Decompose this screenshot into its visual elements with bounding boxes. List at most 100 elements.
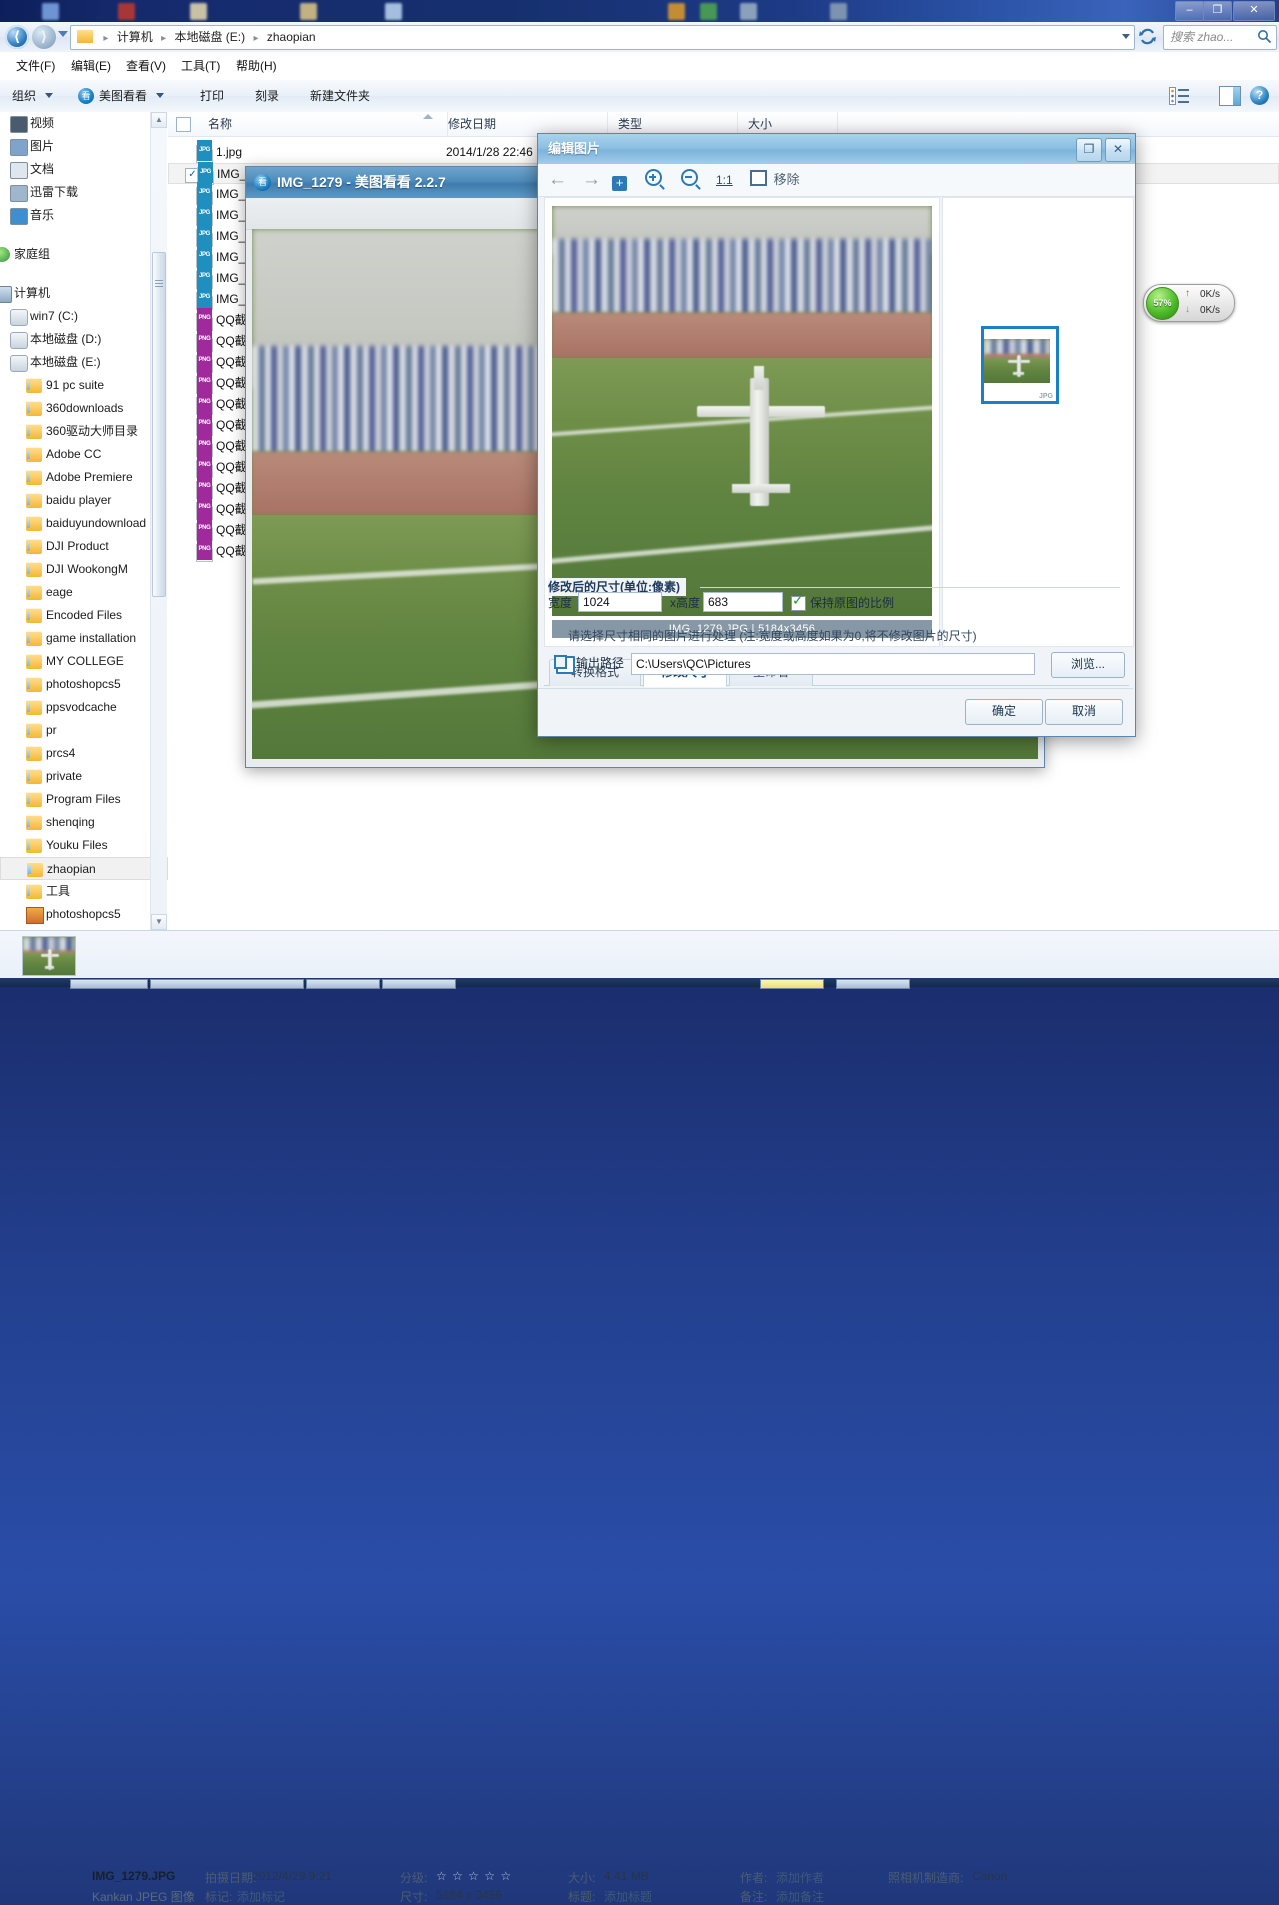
nav-item--e-[interactable]: 本地磁盘 (E:) (0, 351, 168, 374)
minimize-button[interactable]: – (1175, 1, 1204, 21)
browse-button[interactable]: 浏览... (1051, 652, 1125, 678)
remove-button[interactable]: 移除 (750, 164, 800, 196)
nav-item-adobe-cc[interactable]: Adobe CC (0, 443, 168, 466)
nav-item--[interactable]: 迅雷下载 (0, 181, 168, 204)
breadcrumb-item-1[interactable]: 本地磁盘 (E:) (174, 30, 245, 44)
search-input[interactable]: 搜索 zhao... (1163, 25, 1277, 50)
output-path-input[interactable] (631, 653, 1035, 675)
nav-item--[interactable]: 视频 (0, 112, 168, 135)
burn-button[interactable]: 刻录 (255, 80, 279, 112)
dialog-titlebar[interactable]: 编辑图片 ❐ ✕ (538, 134, 1135, 165)
new-folder-button[interactable]: 新建文件夹 (310, 80, 370, 112)
nav-item-360-[interactable]: 360驱动大师目录 (0, 420, 168, 443)
nav-item-game-installation[interactable]: game installation (0, 627, 168, 650)
dialog-restore-button[interactable]: ❐ (1076, 138, 1102, 162)
breadcrumb-item-0[interactable]: 计算机 (117, 30, 153, 44)
print-button[interactable]: 打印 (200, 80, 224, 112)
menu-file[interactable]: 文件(F) (8, 52, 63, 80)
menu-tools[interactable]: 工具(T) (173, 52, 228, 80)
nav-item--[interactable]: 图片 (0, 135, 168, 158)
forward-button[interactable]: ⟩ (32, 25, 56, 49)
taskbar-button[interactable] (150, 979, 304, 989)
width-input[interactable] (578, 592, 662, 612)
menu-help[interactable]: 帮助(H) (228, 52, 285, 80)
scroll-up-button[interactable]: ▲ (151, 112, 167, 128)
nav-item--[interactable]: 文档 (0, 158, 168, 181)
nav-item-ppsvodcache[interactable]: ppsvodcache (0, 696, 168, 719)
nav-item-my-college[interactable]: MY COLLEGE (0, 650, 168, 673)
actual-size-button[interactable]: 1:1 (716, 164, 733, 196)
height-label: x高度 (670, 596, 701, 610)
ok-button[interactable]: 确定 (965, 699, 1043, 725)
nav-item-encoded-files[interactable]: Encoded Files (0, 604, 168, 627)
nav-item-baiduyundownload[interactable]: baiduyundownload (0, 512, 168, 535)
network-speed-widget[interactable]: 57% ↑ 0K/s ↓ 0K/s (1143, 284, 1235, 322)
taskbar-button[interactable] (382, 979, 456, 989)
menu-edit[interactable]: 编辑(E) (63, 52, 119, 80)
nav-item-private[interactable]: private (0, 765, 168, 788)
taskbar[interactable] (0, 978, 1279, 989)
dialog-thumbnail-pane[interactable]: JPG (942, 197, 1134, 647)
menu-view[interactable]: 查看(V) (118, 52, 174, 80)
nav-item-photoshopcs5[interactable]: photoshopcs5 (0, 673, 168, 696)
dialog-photo[interactable] (552, 206, 932, 616)
zoom-out-button[interactable] (681, 164, 698, 196)
thumbnail-item[interactable]: JPG (981, 326, 1059, 404)
help-icon[interactable]: ? (1250, 86, 1269, 105)
nav-item--[interactable]: 音乐 (0, 204, 168, 227)
column-header-0[interactable]: 名称 (198, 112, 448, 136)
scroll-down-button[interactable]: ▼ (151, 914, 167, 930)
nav-item--[interactable]: 家庭组 (0, 243, 168, 266)
meitu-button[interactable]: 美图看看 (99, 80, 165, 112)
nav-item-adobe-premiere[interactable]: Adobe Premiere (0, 466, 168, 489)
nav-item--d-[interactable]: 本地磁盘 (D:) (0, 328, 168, 351)
prev-image-button[interactable]: ← (548, 164, 567, 196)
navigation-pane[interactable]: 视频 图片 文档 迅雷下载 音乐家庭组计算机 win7 (C:) 本地磁盘 (D:) 本地磁盘… (0, 112, 168, 930)
next-image-button[interactable]: → (582, 164, 601, 196)
nav-item-shenqing[interactable]: shenqing (0, 811, 168, 834)
nav-item-prcs4[interactable]: prcs4 (0, 742, 168, 765)
nav-item--[interactable]: 工具 (0, 880, 168, 903)
organize-button[interactable]: 组织 (12, 80, 54, 112)
refresh-button[interactable] (1137, 26, 1158, 47)
chevron-down-icon[interactable] (1122, 34, 1130, 39)
dialog-close-button[interactable]: ✕ (1105, 138, 1131, 162)
breadcrumb-bar[interactable]: ▸ 计算机 ▸ 本地磁盘 (E:) ▸ zhaopian (70, 25, 1135, 50)
height-input[interactable] (703, 592, 783, 612)
preview-pane-icon[interactable] (1219, 86, 1241, 106)
nav-item-photoshopcs5[interactable]: photoshopcs5 (0, 903, 168, 926)
nav-item-dji-product[interactable]: DJI Product (0, 535, 168, 558)
nav-item-eage[interactable]: eage (0, 581, 168, 604)
breadcrumb-item-2[interactable]: zhaopian (267, 30, 316, 44)
edit-picture-dialog[interactable]: 编辑图片 ❐ ✕ ← → + 1:1 移除 IMG_1279.JPG | 518… (537, 133, 1136, 737)
close-button[interactable]: ✕ (1233, 1, 1275, 21)
nav-item-baidu-player[interactable]: baidu player (0, 489, 168, 512)
zoom-in-button[interactable] (645, 164, 662, 196)
recent-pages-icon[interactable] (58, 31, 68, 37)
nav-item-pr[interactable]: pr (0, 719, 168, 742)
maximize-button[interactable]: ❐ (1203, 1, 1232, 21)
taskbar-button-active[interactable] (760, 979, 824, 989)
nav-item-program-files[interactable]: Program Files (0, 788, 168, 811)
nav-item-360downloads[interactable]: 360downloads (0, 397, 168, 420)
nav-item-dji-wookongm[interactable]: DJI WookongM (0, 558, 168, 581)
view-mode-icon[interactable] (1169, 87, 1189, 105)
window-titlebar[interactable]: – ❐ ✕ (0, 0, 1279, 22)
taskbar-button[interactable] (70, 979, 148, 989)
nav-item--[interactable]: 计算机 (0, 282, 168, 305)
add-image-button[interactable]: + (612, 164, 627, 196)
taskbar-button[interactable] (306, 979, 380, 989)
scrollbar-thumb[interactable] (152, 252, 166, 597)
select-all-checkbox[interactable] (176, 117, 191, 132)
nav-item-91-pc-suite[interactable]: 91 pc suite (0, 374, 168, 397)
nav-item-zhaopian[interactable]: zhaopian (0, 857, 168, 880)
navigation-scrollbar[interactable]: ▲ ▼ (150, 112, 167, 930)
nav-item-youku-files[interactable]: Youku Files (0, 834, 168, 857)
back-button[interactable]: ⟨ (5, 25, 29, 49)
nav-item-win7-c-[interactable]: win7 (C:) (0, 305, 168, 328)
search-icon[interactable] (1257, 29, 1272, 44)
taskbar-button[interactable] (836, 979, 910, 989)
cancel-button[interactable]: 取消 (1045, 699, 1123, 725)
keep-ratio-checkbox[interactable]: ✓ (791, 593, 806, 611)
rating-stars[interactable]: ☆ ☆ ☆ ☆ ☆ (436, 1869, 512, 1883)
